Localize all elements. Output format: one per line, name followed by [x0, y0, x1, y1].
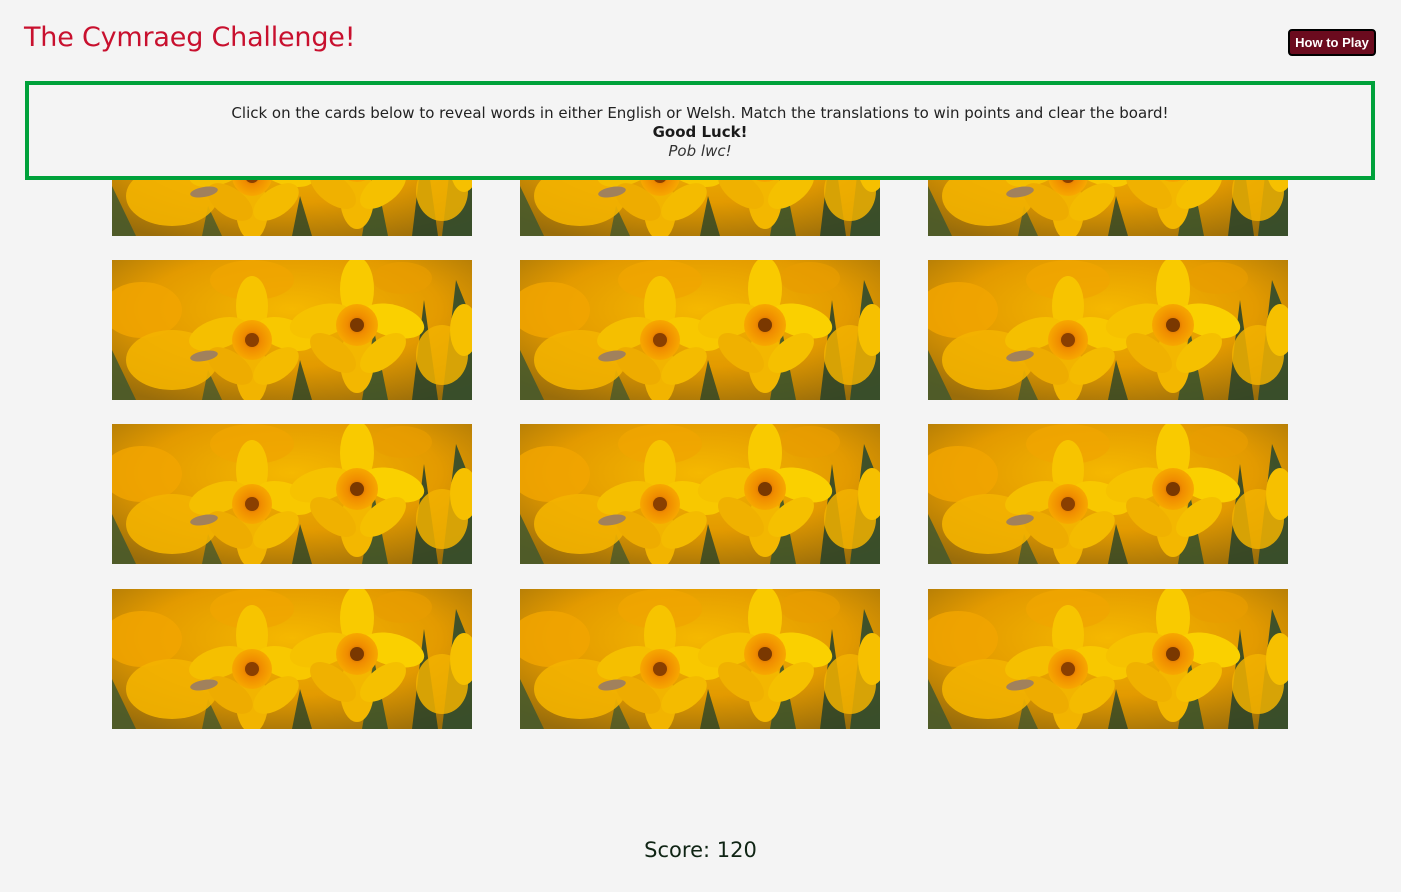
daffodil-image — [520, 260, 880, 400]
memory-card[interactable] — [520, 424, 880, 564]
good-luck-text: Good Luck! — [652, 123, 748, 141]
how-to-play-button[interactable]: How to Play — [1288, 29, 1376, 56]
memory-card[interactable] — [112, 424, 472, 564]
daffodil-image — [520, 424, 880, 564]
instructions-panel: Click on the cards below to reveal words… — [25, 81, 1375, 180]
daffodil-image — [520, 589, 880, 729]
daffodil-image — [112, 424, 472, 564]
instructions-text: Click on the cards below to reveal words… — [231, 104, 1169, 122]
score-display: Score: 120 — [644, 838, 757, 862]
daffodil-image — [928, 260, 1288, 400]
memory-card[interactable] — [112, 260, 472, 400]
daffodil-image — [112, 260, 472, 400]
memory-card[interactable] — [112, 589, 472, 729]
good-luck-welsh-text: Pob lwc! — [668, 142, 732, 160]
daffodil-image — [928, 589, 1288, 729]
memory-card[interactable] — [928, 589, 1288, 729]
memory-card[interactable] — [928, 424, 1288, 564]
memory-card[interactable] — [520, 589, 880, 729]
memory-card[interactable] — [928, 260, 1288, 400]
daffodil-image — [928, 424, 1288, 564]
memory-card[interactable] — [520, 260, 880, 400]
page-title: The Cymraeg Challenge! — [24, 22, 356, 53]
daffodil-image — [112, 589, 472, 729]
